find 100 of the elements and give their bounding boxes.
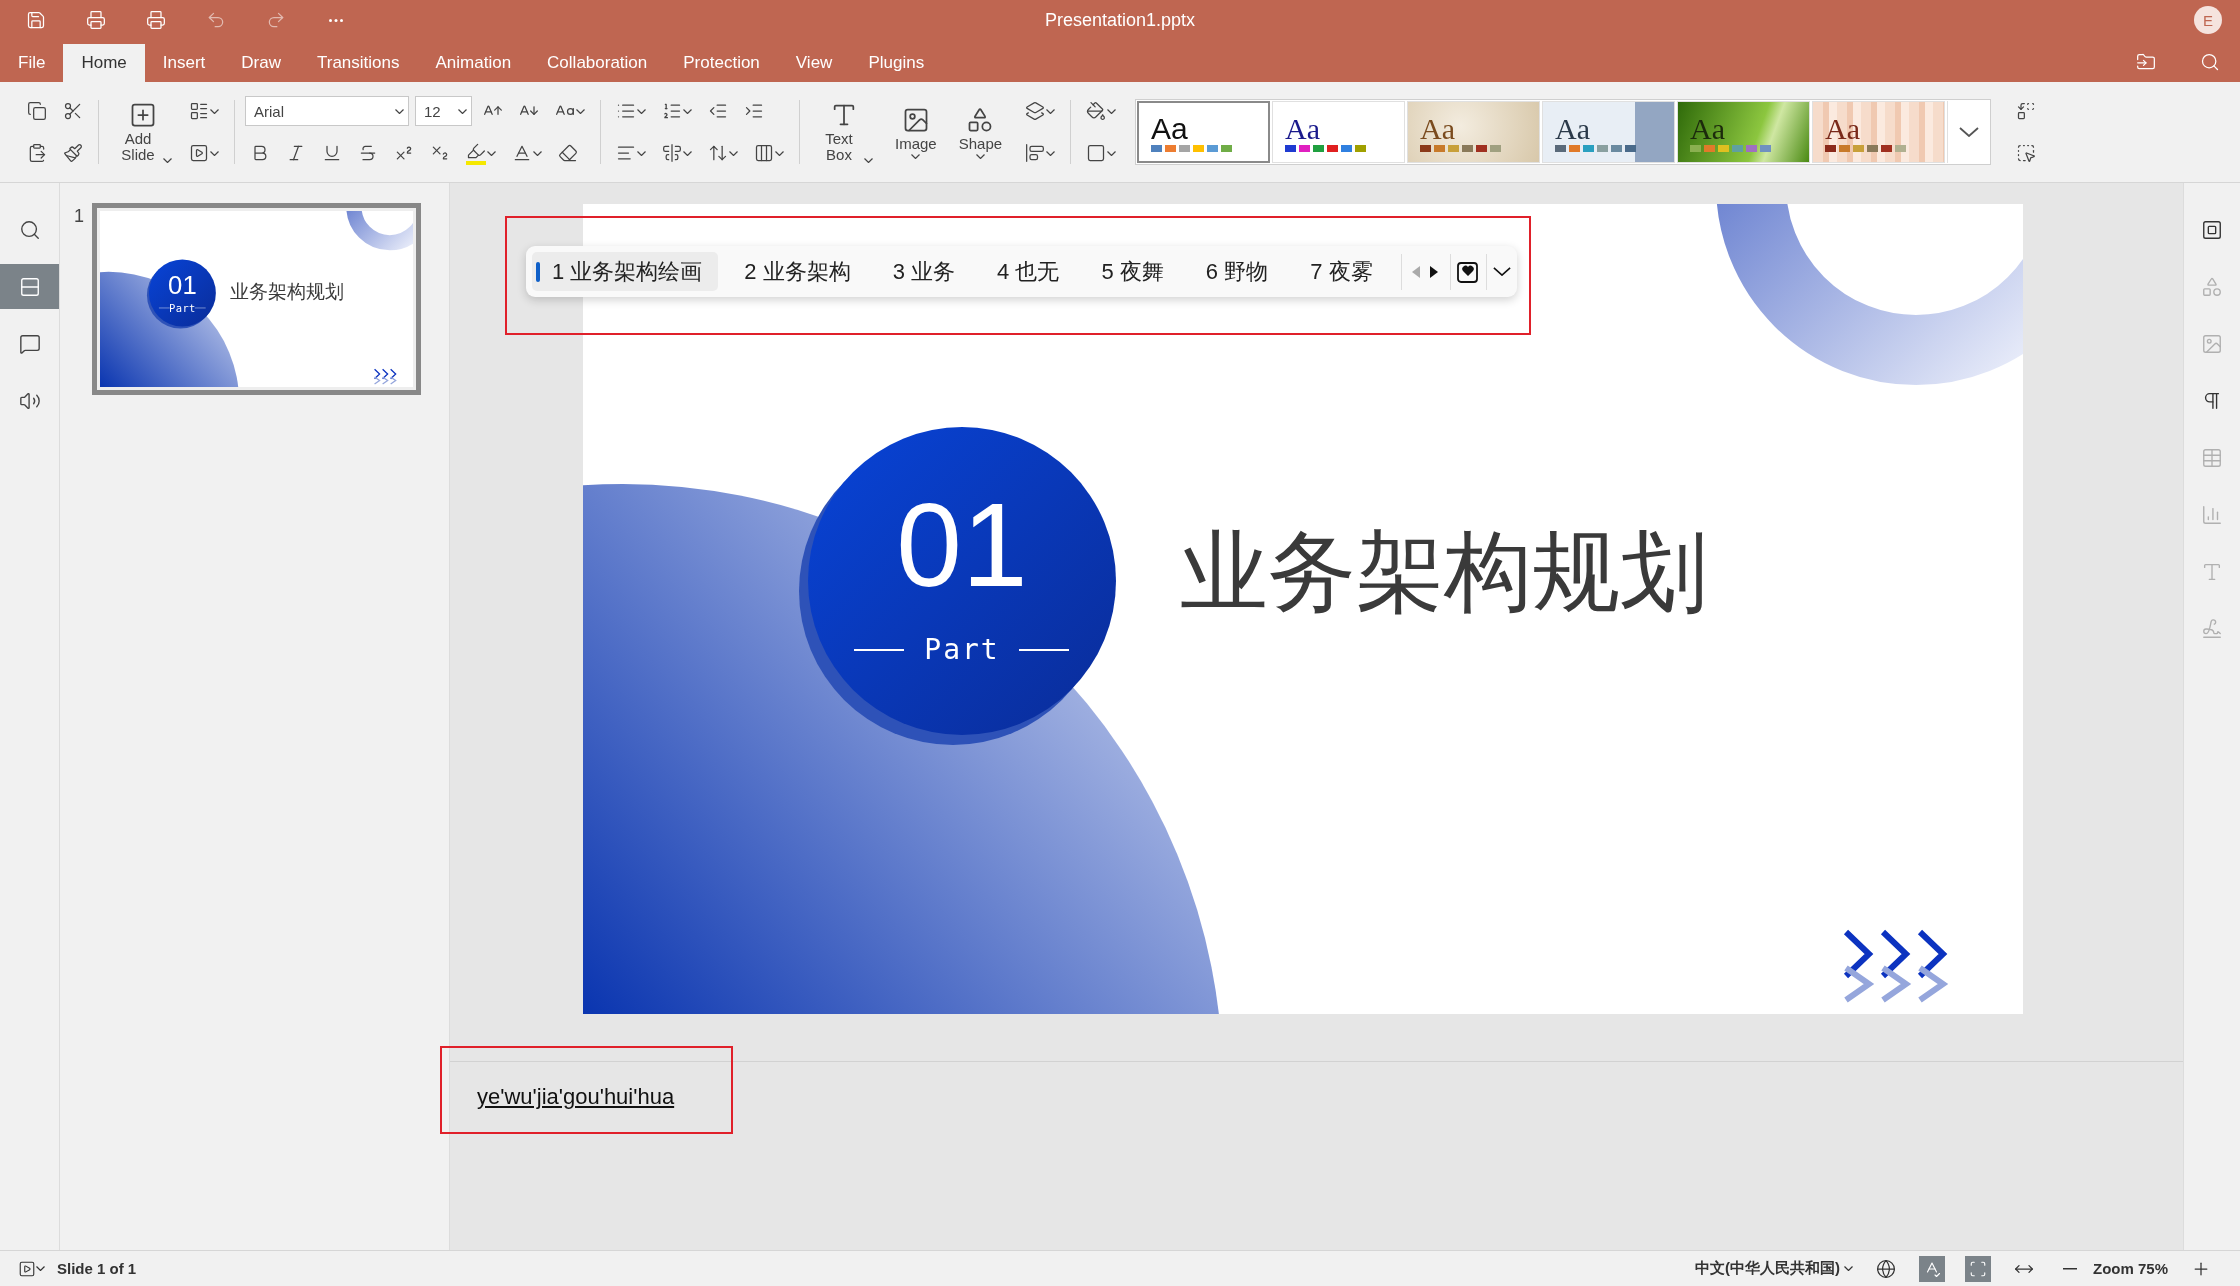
replace-icon [2016, 101, 2037, 121]
menu-tab[interactable]: Insert [144, 44, 224, 82]
caret-icon [1844, 1266, 1853, 1271]
language-button[interactable]: 中文(中华人民共和国) [1695, 1259, 1853, 1278]
candidate-item[interactable]: 2 业务架构 [724, 252, 867, 291]
redo-icon [266, 10, 286, 30]
search-icon [2200, 52, 2220, 72]
sidebar-button[interactable] [0, 264, 59, 309]
part-label: Part [923, 633, 1001, 666]
candidate-item[interactable]: 6 野物 [1185, 252, 1285, 291]
window-title: Presentation1.pptx [1044, 10, 1196, 31]
highlighter-icon [466, 141, 486, 165]
section-number: 01 [895, 486, 1029, 604]
part-label: Part [168, 301, 197, 315]
align-objects-icon [1025, 143, 1046, 163]
menu-tab[interactable]: View [777, 44, 851, 82]
cut-icon [63, 101, 83, 121]
printer-icon [146, 10, 166, 30]
text-box-button[interactable]: Text Box [810, 101, 877, 163]
arrange-icon [1025, 101, 1046, 121]
caret-icon [1107, 108, 1117, 114]
font-size-field[interactable]: 12 [415, 96, 472, 126]
theme-tile[interactable]: Aa [1542, 101, 1676, 163]
printer-icon [86, 10, 106, 30]
caret-icon [637, 108, 646, 114]
menu-tab[interactable]: Plugins [850, 44, 943, 82]
theme-tile[interactable]: Aa [1407, 101, 1541, 163]
candidate-item[interactable]: 3 业务 [872, 252, 972, 291]
menu-tab[interactable]: Protection [665, 44, 778, 82]
chevron-drawing [373, 368, 397, 385]
menu-tab[interactable]: Home [63, 44, 145, 82]
chevron-down-icon [1958, 127, 1979, 137]
notes-text: ye'wu'jia'gou'hui'hua [477, 1084, 675, 1109]
slide-title: 业务架构规划 [229, 280, 345, 302]
slide-number: 1 [74, 206, 84, 227]
shape-button[interactable]: Shape [954, 105, 1007, 159]
caret-icon [576, 108, 585, 114]
spell-check-button[interactable] [1919, 1255, 1945, 1282]
ring-shape [346, 211, 414, 251]
fit-slide-icon [1969, 1259, 1987, 1278]
caret-icon [911, 153, 921, 159]
text-art-icon [2201, 561, 2223, 583]
caret-icon [210, 108, 219, 114]
numbering-icon [662, 101, 682, 121]
caret-icon [729, 150, 738, 156]
menu-tab[interactable]: Draw [223, 44, 299, 82]
signature-icon [2201, 618, 2223, 640]
caret-icon [210, 150, 219, 156]
caret-icon [975, 153, 985, 159]
badge-circle [146, 259, 216, 329]
caret-icon [775, 150, 784, 156]
caret-icon [487, 150, 496, 156]
chevron-down-icon [1492, 267, 1511, 276]
comment-icon [18, 332, 41, 355]
theme-tile[interactable]: Aa [1137, 101, 1271, 163]
save-icon [26, 10, 46, 30]
caret-icon [533, 150, 542, 156]
folder-icon [2136, 52, 2156, 72]
slides-icon [18, 275, 41, 298]
table-icon [2201, 447, 2223, 469]
theme-tile[interactable]: Aa [1677, 101, 1811, 163]
columns-icon [754, 143, 774, 163]
copy-icon [27, 101, 47, 121]
left-triangle-icon [1411, 264, 1422, 279]
heart-square-icon [1456, 259, 1481, 284]
caret-icon [864, 158, 873, 163]
add-slide-button[interactable]: Add Slide [109, 101, 176, 163]
caret-icon [458, 108, 467, 114]
theme-tile[interactable]: Aa [1272, 101, 1406, 163]
slide-thumbnail[interactable]: 01 Part 业务架构规划 [92, 203, 422, 396]
slide-title: 业务架构规划 [1180, 522, 1708, 622]
menu-tab[interactable]: Animation [417, 44, 530, 82]
image-button[interactable]: Image [891, 105, 941, 159]
underline-icon [322, 143, 342, 163]
right-triangle-icon [1429, 264, 1440, 279]
section-number: 01 [167, 272, 198, 298]
select-icon [2016, 143, 2037, 163]
slideshow-icon [189, 143, 209, 163]
menu-tab[interactable]: Transitions [298, 44, 418, 82]
caret-icon [1046, 108, 1056, 114]
strikethrough-icon [358, 143, 378, 163]
candidate-item[interactable]: 4 也无 [977, 252, 1076, 291]
menu-tab[interactable]: File [0, 44, 64, 82]
minus-icon [2063, 1267, 2077, 1270]
slide-size-icon [1086, 143, 1107, 163]
candidate-item[interactable]: 5 夜舞 [1081, 252, 1180, 291]
paste-icon [27, 143, 47, 163]
theme-tile[interactable]: Aa [1812, 101, 1946, 163]
chart-icon [2201, 504, 2223, 526]
globe-icon [1876, 1258, 1896, 1279]
menu-tab[interactable]: Collaboration [529, 44, 666, 82]
line-spacing-icon [708, 143, 728, 163]
fit-slide-button[interactable] [1965, 1255, 1991, 1282]
candidate-item[interactable]: 1 业务架构绘画 [532, 252, 719, 291]
slide-settings-icon [2201, 219, 2223, 241]
format-painter-icon [63, 143, 83, 163]
slide-counter: Slide 1 of 1 [57, 1260, 137, 1277]
font-name-field[interactable]: Arial [245, 96, 409, 126]
search-icon [18, 218, 41, 241]
candidate-item[interactable]: 7 夜雾 [1290, 252, 1389, 291]
